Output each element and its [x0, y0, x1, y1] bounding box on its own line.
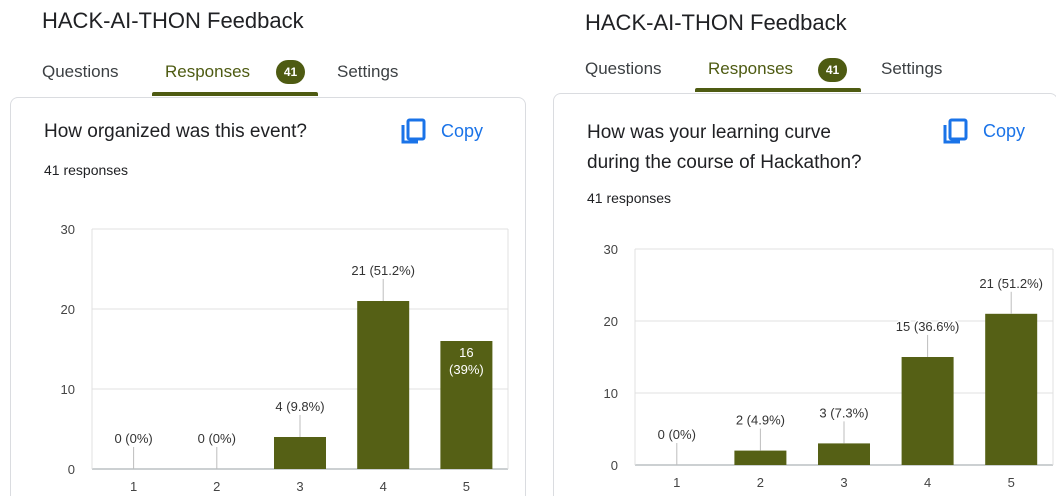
- y-tick-label: 0: [611, 458, 618, 473]
- x-tick-label: 5: [463, 479, 470, 494]
- bar: [274, 437, 326, 469]
- bar: [901, 357, 954, 465]
- data-label: 21 (51.2%): [351, 263, 415, 278]
- x-tick-label: 1: [130, 479, 137, 494]
- bar: [734, 450, 787, 465]
- y-tick-label: 20: [604, 314, 618, 329]
- x-tick-label: 4: [380, 479, 387, 494]
- x-tick-label: 3: [296, 479, 303, 494]
- y-tick-label: 30: [61, 222, 75, 237]
- x-tick-label: 1: [673, 475, 680, 490]
- y-tick-label: 10: [604, 386, 618, 401]
- x-tick-label: 2: [213, 479, 220, 494]
- data-label: 3 (7.3%): [819, 405, 868, 420]
- bar-chart-organized: 0 10 20 30 1 0 (0%) 2 0 (0%) 3 4 (9.8%) 4 21 (51.2%…: [61, 222, 509, 494]
- x-tick-label: 2: [757, 475, 764, 490]
- bar: [985, 313, 1038, 465]
- bar: [440, 341, 493, 469]
- data-label: 0 (0%): [658, 427, 696, 442]
- y-tick-label: 10: [61, 382, 75, 397]
- form-panel-left: HACK-AI-THON Feedback Questions Response…: [0, 0, 528, 496]
- y-tick-label: 0: [68, 462, 75, 477]
- y-tick-label: 30: [604, 242, 618, 257]
- data-label: 4 (9.8%): [275, 399, 324, 414]
- data-label: 16: [459, 345, 473, 360]
- form-panel-right: HACK-AI-THON Feedback Questions Response…: [545, 0, 1056, 496]
- bar: [357, 301, 410, 469]
- x-tick-label: 4: [924, 475, 931, 490]
- x-tick-label: 5: [1008, 475, 1015, 490]
- data-label: (39%): [449, 362, 484, 377]
- data-label: 15 (36.6%): [896, 319, 960, 334]
- y-tick-label: 20: [61, 302, 75, 317]
- bar-chart-learning-curve: 0 10 20 30 1 0 (0%) 2 2 (4.9%) 3 3 (7.3%) 4 15 (36.…: [604, 242, 1054, 490]
- bar: [818, 443, 870, 465]
- data-label: 21 (51.2%): [979, 276, 1043, 291]
- data-label: 2 (4.9%): [736, 413, 785, 428]
- data-label: 0 (0%): [198, 431, 236, 446]
- data-label: 0 (0%): [114, 431, 152, 446]
- x-tick-label: 3: [840, 475, 847, 490]
